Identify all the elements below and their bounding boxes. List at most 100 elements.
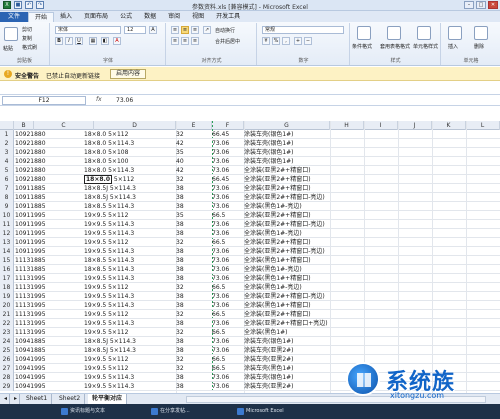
cell-f[interactable]: 73.06 (212, 139, 229, 148)
cell-f[interactable]: 66.5 (212, 364, 225, 373)
table-row[interactable]: 7 10911885 18×8.5J 5×114.3 38 73.06 全涂装(亚黑2#+… (0, 184, 500, 193)
cell-c[interactable]: 18×8.5J 5×114.3 (84, 193, 136, 202)
cell-c[interactable]: 18×8.0 5×108 (84, 148, 128, 157)
cell-f[interactable]: 73.06 (212, 220, 229, 229)
cell-f[interactable]: 66.45 (212, 130, 229, 139)
cell-f[interactable]: 73.06 (212, 193, 229, 202)
cell-c[interactable]: 18×8.0 5×114.3 (84, 139, 134, 148)
cell-f[interactable]: 66.5 (212, 283, 225, 292)
row-number[interactable]: 6 (0, 175, 14, 184)
cell-e[interactable]: 38 (176, 202, 184, 211)
sheet-nav-prev-icon[interactable]: ◂ (0, 394, 10, 404)
cell-e[interactable]: 38 (176, 247, 184, 256)
cell-c[interactable]: 18×8.0 5×100 (84, 157, 128, 166)
cell-b[interactable]: 10921880 (15, 157, 46, 166)
cell-f[interactable]: 73.06 (212, 301, 229, 310)
taskbar-item-1[interactable]: 资讯标题与文本 (60, 407, 105, 416)
row-number[interactable]: 12 (0, 229, 14, 238)
row-number[interactable]: 25 (0, 346, 14, 355)
cell-g[interactable]: 全涂装(亚黑2#+精窗口) (244, 211, 311, 220)
cell-c[interactable]: 18×8.5J 5×114.3 (84, 346, 136, 355)
cell-g[interactable]: 全涂装(亚黑2#+精窗口-亮边) (244, 220, 325, 229)
conditional-format-button[interactable]: 条件格式 (352, 43, 372, 50)
cell-e[interactable]: 32 (176, 355, 184, 364)
bold-button[interactable]: B (55, 37, 63, 45)
cell-f[interactable]: 73.06 (212, 202, 229, 211)
row-number[interactable]: 27 (0, 364, 14, 373)
cell-g[interactable]: 全涂装(亚黑2#+精窗口-亮边) (244, 193, 325, 202)
row-number[interactable]: 11 (0, 220, 14, 229)
cell-g[interactable]: 全涂装(亚黑2#+精窗口) (244, 184, 311, 193)
cell-c[interactable]: 18×8.0 5×114.3 (84, 166, 134, 175)
row-number[interactable]: 29 (0, 382, 14, 391)
cell-b[interactable]: 10941885 (15, 337, 46, 346)
row-number[interactable]: 23 (0, 328, 14, 337)
format-table-icon[interactable] (387, 26, 401, 40)
cell-e[interactable]: 38 (176, 337, 184, 346)
font-color-icon[interactable]: A (113, 37, 121, 45)
cell-e[interactable]: 38 (176, 274, 184, 283)
formula-input[interactable]: 73.06 (116, 97, 133, 104)
cell-g[interactable]: 全涂装(亚黑2#+精窗口) (244, 166, 311, 175)
tab-insert[interactable]: 插入 (54, 12, 78, 22)
cell-b[interactable]: 10941885 (15, 346, 46, 355)
cell-e[interactable]: 38 (176, 319, 184, 328)
row-number[interactable]: 16 (0, 265, 14, 274)
column-header-f[interactable]: F (212, 121, 244, 130)
cell-f[interactable]: 73.06 (212, 346, 229, 355)
cell-e[interactable]: 42 (176, 139, 184, 148)
cell-e[interactable]: 38 (176, 292, 184, 301)
tab-page-layout[interactable]: 页面布局 (78, 12, 114, 22)
table-row[interactable]: 24 10941885 18×8.5J 5×114.3 38 73.06 涂装车壳(银色1… (0, 337, 500, 346)
row-number[interactable]: 19 (0, 292, 14, 301)
cell-g[interactable]: 涂装车壳(亚黑2#) (244, 382, 294, 391)
row-number[interactable]: 14 (0, 247, 14, 256)
cell-e[interactable]: 32 (176, 130, 184, 139)
table-row[interactable]: 8 10911885 18×8.5J 5×114.3 38 73.06 全涂装(亚黑2#+… (0, 193, 500, 202)
tab-home[interactable]: 开始 (28, 12, 55, 22)
cell-b[interactable]: 10921880 (15, 148, 46, 157)
row-number[interactable]: 3 (0, 148, 14, 157)
maximize-button[interactable]: □ (476, 1, 486, 9)
table-row[interactable]: 11 10911995 19×9.5 5×114.3 38 73.06 全涂装(亚黑2#+… (0, 220, 500, 229)
tab-file[interactable]: 文件 (0, 12, 29, 22)
cell-c[interactable]: 19×9.5 5×114.3 (84, 220, 134, 229)
cell-e[interactable]: 32 (176, 238, 184, 247)
name-box[interactable]: F12 (2, 96, 86, 105)
row-number[interactable]: 18 (0, 283, 14, 292)
cell-e[interactable]: 38 (176, 382, 184, 391)
cell-c[interactable]: 19×9.5 5×114.3 (84, 382, 134, 391)
column-header-i[interactable]: I (364, 121, 398, 130)
cell-f[interactable]: 73.06 (212, 184, 229, 193)
cell-g[interactable]: 全涂装(黑色1#+精窗口) (244, 256, 311, 265)
cell-b[interactable]: 10911995 (15, 229, 46, 238)
cell-e[interactable]: 38 (176, 229, 184, 238)
format-painter-button[interactable]: 格式刷 (22, 44, 37, 51)
cell-g[interactable]: 涂装车壳(银色1#) (244, 130, 294, 139)
paste-icon[interactable] (4, 27, 18, 41)
close-button[interactable]: ✕ (488, 1, 498, 9)
cell-e[interactable]: 32 (176, 328, 184, 337)
cell-c[interactable]: 19×9.5 5×114.3 (84, 229, 134, 238)
row-number[interactable]: 28 (0, 373, 14, 382)
cell-b[interactable]: 10941995 (15, 373, 46, 382)
paste-label[interactable]: 粘贴 (3, 45, 13, 52)
row-number[interactable]: 5 (0, 166, 14, 175)
align-right-icon[interactable]: ≡ (191, 37, 199, 45)
cell-e[interactable]: 38 (176, 220, 184, 229)
align-left-icon[interactable]: ≡ (171, 37, 179, 45)
column-header-e[interactable]: E (176, 121, 212, 130)
table-row[interactable]: 21 11131995 19×9.5 5×112 32 66.5 全涂装(亚黑2#+精窗口… (0, 310, 500, 319)
cell-g[interactable]: 全涂装(黑色1#-亮边) (244, 229, 302, 238)
comma-button[interactable]: , (282, 37, 290, 45)
cell-g[interactable]: 全涂装(黑色1#-亮边) (244, 265, 302, 274)
cell-f[interactable]: 73.06 (212, 274, 229, 283)
cell-c[interactable]: 19×9.5 5×114.3 (84, 274, 134, 283)
table-row[interactable]: 15 11131885 18×8.5 5×114.3 38 73.06 全涂装(黑色1#+… (0, 256, 500, 265)
number-format-select[interactable]: 常规 (262, 26, 344, 34)
cell-b[interactable]: 10941995 (15, 355, 46, 364)
cell-f[interactable]: 66.5 (212, 211, 225, 220)
tab-developer[interactable]: 开发工具 (210, 12, 246, 22)
decrease-decimal-icon[interactable]: − (304, 37, 312, 45)
cell-c[interactable]: 18×8.0 5×112 (84, 175, 134, 184)
